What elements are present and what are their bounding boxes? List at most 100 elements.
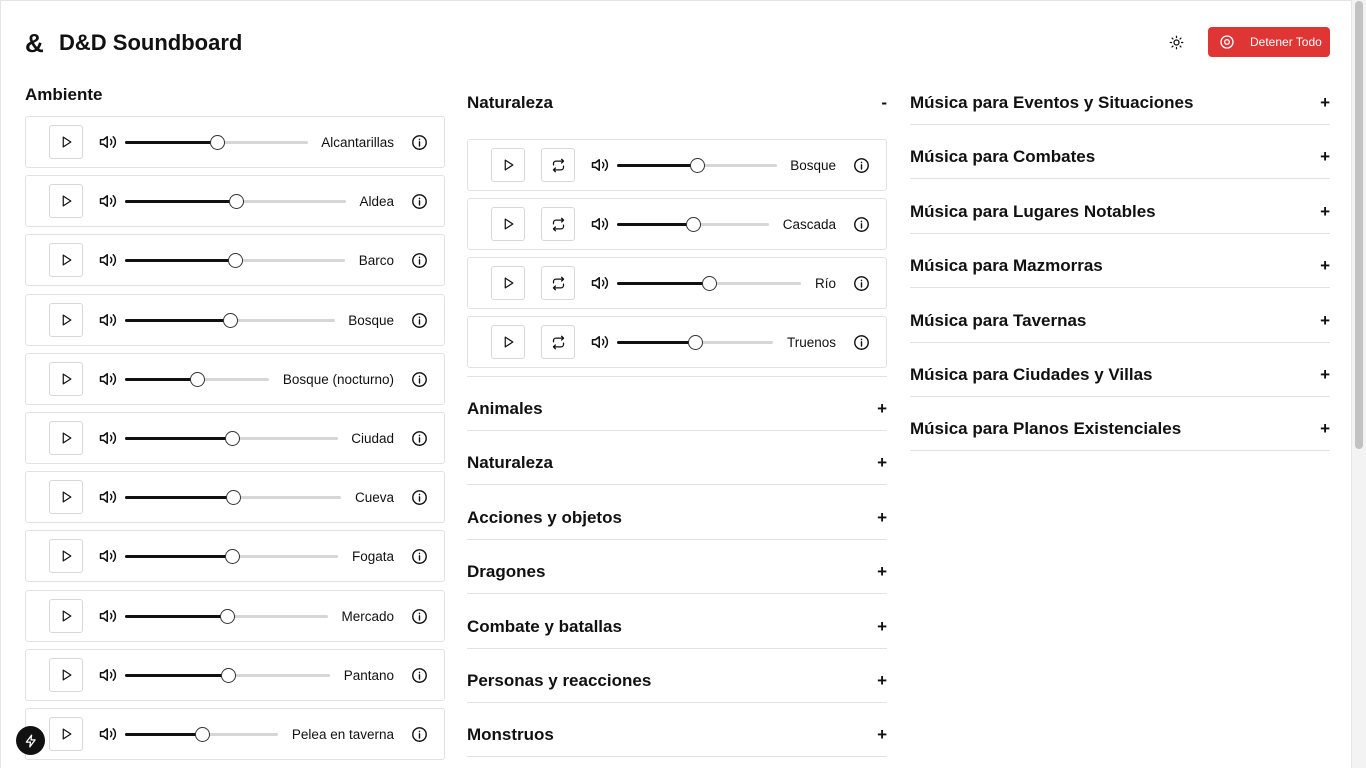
info-icon[interactable] <box>411 134 428 151</box>
loop-button[interactable] <box>541 325 575 359</box>
play-button[interactable] <box>49 480 83 515</box>
volume-slider-thumb[interactable] <box>219 608 235 624</box>
volume-slider-thumb[interactable] <box>686 217 701 232</box>
accordion-musica-4[interactable]: Música para Tavernas + <box>910 289 1330 343</box>
volume-slider[interactable] <box>125 667 330 683</box>
accordion-dragones[interactable]: Dragones + <box>467 540 887 595</box>
accordion-naturaleza-open[interactable]: Naturaleza - <box>467 77 887 129</box>
scrollbar-thumb[interactable] <box>1355 1 1363 449</box>
volume-icon[interactable] <box>98 607 118 625</box>
volume-icon[interactable] <box>590 333 610 351</box>
info-icon[interactable] <box>411 608 428 625</box>
play-button[interactable] <box>491 325 525 359</box>
accordion-naturaleza[interactable]: Naturaleza + <box>467 431 887 486</box>
volume-icon[interactable] <box>98 133 118 151</box>
loop-button[interactable] <box>541 148 575 182</box>
info-icon[interactable] <box>411 548 428 565</box>
info-icon[interactable] <box>411 312 428 329</box>
play-button[interactable] <box>49 125 83 159</box>
accordion-acciones-y-objetos[interactable]: Acciones y objetos + <box>467 486 887 540</box>
loop-button[interactable] <box>541 207 575 241</box>
play-button[interactable] <box>49 539 83 574</box>
volume-slider[interactable] <box>125 312 335 328</box>
loop-button[interactable] <box>541 266 575 300</box>
accordion-musica-5[interactable]: Música para Ciudades y Villas + <box>910 343 1330 397</box>
volume-slider-thumb[interactable] <box>688 335 703 350</box>
info-icon[interactable] <box>411 489 428 506</box>
volume-slider-thumb[interactable] <box>226 490 241 506</box>
volume-icon[interactable] <box>98 429 118 447</box>
play-button[interactable] <box>49 361 83 396</box>
volume-icon[interactable] <box>98 547 118 565</box>
volume-slider-thumb[interactable] <box>190 371 205 387</box>
info-icon[interactable] <box>853 334 870 351</box>
volume-icon[interactable] <box>98 488 118 506</box>
volume-icon[interactable] <box>98 251 118 269</box>
accordion-combate-y-batallas[interactable]: Combate y batallas + <box>467 595 887 649</box>
info-icon[interactable] <box>411 252 428 269</box>
volume-slider[interactable] <box>125 253 345 269</box>
play-button[interactable] <box>49 717 83 751</box>
volume-slider[interactable] <box>125 608 328 624</box>
stop-all-button[interactable]: Detener Todo <box>1208 27 1330 57</box>
volume-slider[interactable] <box>125 135 308 150</box>
scrollbar[interactable] <box>1352 0 1366 768</box>
accordion-musica-2[interactable]: Música para Lugares Notables + <box>910 180 1330 234</box>
volume-slider-thumb[interactable] <box>702 276 717 291</box>
play-button[interactable] <box>491 148 525 182</box>
volume-slider-thumb[interactable] <box>228 194 244 210</box>
play-button[interactable] <box>491 207 525 241</box>
volume-slider[interactable] <box>125 490 341 506</box>
volume-slider-thumb[interactable] <box>228 253 243 269</box>
play-button[interactable] <box>49 657 83 692</box>
accordion-musica-3[interactable]: Música para Mazmorras + <box>910 234 1330 289</box>
play-button[interactable] <box>49 421 83 455</box>
volume-icon[interactable] <box>98 666 118 684</box>
accordion-musica-1[interactable]: Música para Combates + <box>910 125 1330 180</box>
volume-slider-thumb[interactable] <box>209 135 225 150</box>
volume-icon[interactable] <box>590 215 610 233</box>
volume-slider[interactable] <box>125 549 338 565</box>
volume-slider-thumb[interactable] <box>690 158 705 173</box>
accordion-monstruos[interactable]: Monstruos + <box>467 703 887 758</box>
volume-slider-thumb[interactable] <box>223 312 238 328</box>
info-icon[interactable] <box>853 275 870 292</box>
volume-icon[interactable] <box>98 192 118 210</box>
volume-icon[interactable] <box>590 156 610 174</box>
volume-slider-thumb[interactable] <box>194 727 210 742</box>
accordion-musica-0[interactable]: Música para Eventos y Situaciones + <box>910 71 1330 125</box>
volume-slider[interactable] <box>617 276 801 291</box>
volume-slider-thumb[interactable] <box>224 549 240 565</box>
volume-icon[interactable] <box>590 274 610 292</box>
accordion-personas-y-reacciones[interactable]: Personas y reacciones + <box>467 649 887 703</box>
accordion-musica-6[interactable]: Música para Planos Existenciales + <box>910 397 1330 452</box>
volume-slider[interactable] <box>125 727 278 742</box>
volume-slider[interactable] <box>617 158 777 173</box>
play-button[interactable] <box>49 598 83 633</box>
volume-icon[interactable] <box>98 370 118 388</box>
info-icon[interactable] <box>411 371 428 388</box>
play-button[interactable] <box>491 266 525 300</box>
play-icon <box>60 253 73 267</box>
volume-slider-thumb[interactable] <box>224 431 240 446</box>
volume-slider[interactable] <box>125 431 338 446</box>
play-button[interactable] <box>49 243 83 278</box>
theme-toggle-button[interactable] <box>1165 31 1187 53</box>
volume-icon[interactable] <box>98 725 118 743</box>
info-icon[interactable] <box>853 157 870 174</box>
play-button[interactable] <box>49 184 83 219</box>
volume-slider[interactable] <box>617 335 773 350</box>
accordion-animales[interactable]: Animales + <box>467 377 887 431</box>
info-icon[interactable] <box>411 667 428 684</box>
volume-slider[interactable] <box>125 194 346 210</box>
volume-slider[interactable] <box>125 371 269 387</box>
info-icon[interactable] <box>853 216 870 233</box>
volume-icon[interactable] <box>98 311 118 329</box>
info-icon[interactable] <box>411 193 428 210</box>
volume-slider-thumb[interactable] <box>220 667 236 683</box>
info-icon[interactable] <box>411 726 428 743</box>
lightning-button[interactable] <box>16 726 45 755</box>
info-icon[interactable] <box>411 430 428 447</box>
play-button[interactable] <box>49 302 83 337</box>
volume-slider[interactable] <box>617 217 769 232</box>
